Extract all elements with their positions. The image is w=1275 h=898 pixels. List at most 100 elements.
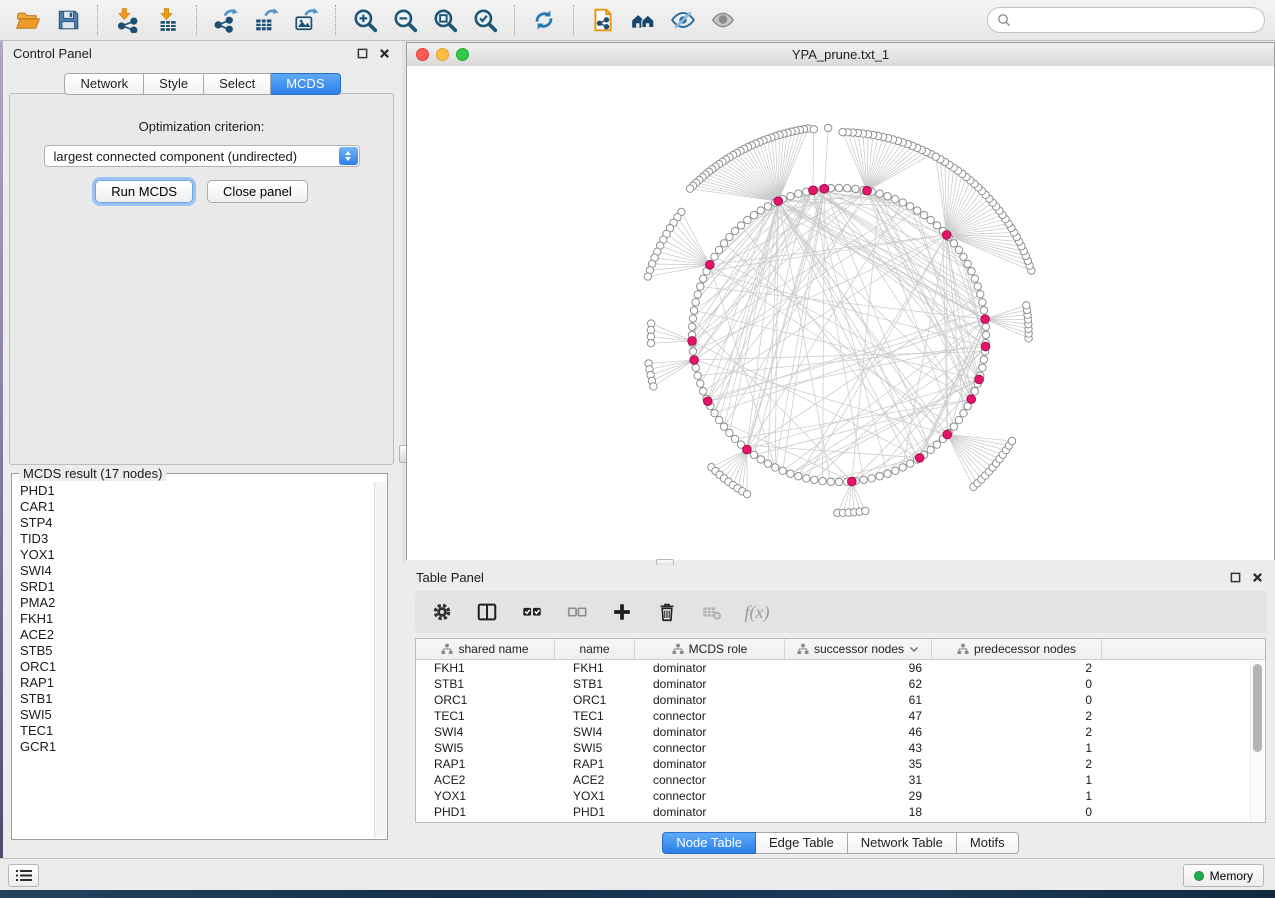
cell-shared-name[interactable]: PHD1	[416, 804, 555, 820]
cell-name[interactable]: PHD1	[555, 804, 635, 820]
node-table-row[interactable]: FKH1FKH1dominator962	[416, 660, 1265, 676]
memory-button[interactable]: Memory	[1183, 864, 1264, 887]
float-table-panel-button[interactable]	[1227, 569, 1243, 585]
delete-table-button[interactable]	[699, 599, 725, 625]
export-image-button[interactable]	[288, 3, 324, 37]
cell-successor-nodes[interactable]: 43	[785, 740, 932, 756]
tab-select[interactable]: Select	[204, 73, 271, 95]
table-settings-button[interactable]	[429, 599, 455, 625]
cell-shared-name[interactable]: RAP1	[416, 756, 555, 772]
cell-name[interactable]: YOX1	[555, 788, 635, 804]
run-mcds-button[interactable]: Run MCDS	[95, 180, 193, 203]
save-session-button[interactable]	[50, 3, 86, 37]
cell-shared-name[interactable]: ORC1	[416, 692, 555, 708]
cell-successor-nodes[interactable]: 29	[785, 788, 932, 804]
column-header-name[interactable]: name	[555, 639, 635, 659]
cell-mcds-role[interactable]: dominator	[635, 692, 785, 708]
close-window-button[interactable]	[416, 48, 429, 61]
cell-mcds-role[interactable]: dominator	[635, 676, 785, 692]
cell-predecessor-nodes[interactable]: 0	[932, 676, 1102, 692]
node-table-row[interactable]: PHD1PHD1dominator180	[416, 804, 1265, 820]
zoom-out-button[interactable]	[387, 3, 423, 37]
mcds-result-item[interactable]: RAP1	[12, 675, 387, 691]
cell-name[interactable]: RAP1	[555, 756, 635, 772]
tab-node-table[interactable]: Node Table	[662, 832, 756, 854]
node-table-row[interactable]: YOX1YOX1connector291	[416, 788, 1265, 804]
cell-mcds-role[interactable]: connector	[635, 708, 785, 724]
delete-column-button[interactable]	[654, 599, 680, 625]
cell-successor-nodes[interactable]: 62	[785, 676, 932, 692]
cell-name[interactable]: TEC1	[555, 708, 635, 724]
mcds-list-scrollbar[interactable]	[374, 482, 386, 838]
cell-predecessor-nodes[interactable]: 2	[932, 708, 1102, 724]
import-table-button[interactable]	[149, 3, 185, 37]
cell-name[interactable]: FKH1	[555, 660, 635, 676]
status-list-button[interactable]	[8, 864, 39, 887]
first-neighbors-button[interactable]	[625, 3, 661, 37]
cell-name[interactable]: STB1	[555, 676, 635, 692]
search-input[interactable]	[1017, 12, 1255, 29]
close-table-panel-button[interactable]	[1249, 569, 1265, 585]
zoom-fit-button[interactable]	[427, 3, 463, 37]
cell-shared-name[interactable]: SWI4	[416, 724, 555, 740]
column-header-predecessor-nodes[interactable]: predecessor nodes	[932, 639, 1102, 659]
cell-predecessor-nodes[interactable]: 2	[932, 724, 1102, 740]
hide-graphics-details-button[interactable]	[665, 3, 701, 37]
cell-successor-nodes[interactable]: 18	[785, 804, 932, 820]
mcds-result-item[interactable]: ACE2	[12, 627, 387, 643]
node-table-row[interactable]: RAP1RAP1dominator352	[416, 756, 1265, 772]
network-window-titlebar[interactable]: YPA_prune.txt_1	[407, 43, 1274, 67]
mcds-result-item[interactable]: YOX1	[12, 547, 387, 563]
zoom-selected-button[interactable]	[467, 3, 503, 37]
mcds-result-item[interactable]: SRD1	[12, 579, 387, 595]
zoom-in-button[interactable]	[347, 3, 383, 37]
close-panel-button[interactable]	[376, 45, 392, 61]
cell-mcds-role[interactable]: dominator	[635, 804, 785, 820]
cell-predecessor-nodes[interactable]: 1	[932, 740, 1102, 756]
cell-mcds-role[interactable]: connector	[635, 772, 785, 788]
mcds-result-item[interactable]: TID3	[12, 531, 387, 547]
column-header-successor-nodes[interactable]: successor nodes	[785, 639, 932, 659]
mcds-result-item[interactable]: CAR1	[12, 499, 387, 515]
cell-successor-nodes[interactable]: 35	[785, 756, 932, 772]
cell-shared-name[interactable]: ACE2	[416, 772, 555, 788]
network-graph[interactable]	[407, 66, 1274, 560]
mcds-result-item[interactable]: FKH1	[12, 611, 387, 627]
add-column-button[interactable]	[609, 599, 635, 625]
cell-shared-name[interactable]: SWI5	[416, 740, 555, 756]
column-header-shared-name[interactable]: shared name	[416, 639, 555, 659]
search-box[interactable]	[987, 7, 1265, 33]
float-panel-button[interactable]	[354, 45, 370, 61]
cell-successor-nodes[interactable]: 31	[785, 772, 932, 788]
tab-style[interactable]: Style	[144, 73, 204, 95]
cell-name[interactable]: SWI5	[555, 740, 635, 756]
cell-successor-nodes[interactable]: 61	[785, 692, 932, 708]
tab-motifs[interactable]: Motifs	[957, 832, 1019, 854]
tab-edge-table[interactable]: Edge Table	[756, 832, 848, 854]
cell-shared-name[interactable]: STB1	[416, 676, 555, 692]
cell-mcds-role[interactable]: dominator	[635, 756, 785, 772]
mcds-result-item[interactable]: PMA2	[12, 595, 387, 611]
mcds-result-item[interactable]: SWI4	[12, 563, 387, 579]
close-mcds-panel-button[interactable]: Close panel	[207, 180, 308, 203]
cell-predecessor-nodes[interactable]: 1	[932, 788, 1102, 804]
show-graphics-details-button[interactable]	[705, 3, 741, 37]
column-header-mcds-role[interactable]: MCDS role	[635, 639, 785, 659]
minimize-window-button[interactable]	[436, 48, 449, 61]
cell-mcds-role[interactable]: dominator	[635, 724, 785, 740]
node-table-row[interactable]: SWI4SWI4dominator462	[416, 724, 1265, 740]
mcds-result-item[interactable]: STB1	[12, 691, 387, 707]
cell-successor-nodes[interactable]: 46	[785, 724, 932, 740]
table-scrollbar[interactable]	[1250, 661, 1264, 821]
cell-mcds-role[interactable]: connector	[635, 788, 785, 804]
tab-mcds[interactable]: MCDS	[271, 73, 340, 95]
table-scrollbar-thumb[interactable]	[1253, 664, 1262, 752]
mcds-result-item[interactable]: TEC1	[12, 723, 387, 739]
mcds-result-item[interactable]: PHD1	[12, 483, 387, 499]
node-table-row[interactable]: STB1STB1dominator620	[416, 676, 1265, 692]
select-all-rows-button[interactable]	[519, 599, 545, 625]
cell-mcds-role[interactable]: connector	[635, 740, 785, 756]
mcds-result-item[interactable]: GCR1	[12, 739, 387, 755]
mcds-result-item[interactable]: SWI5	[12, 707, 387, 723]
export-table-button[interactable]	[248, 3, 284, 37]
